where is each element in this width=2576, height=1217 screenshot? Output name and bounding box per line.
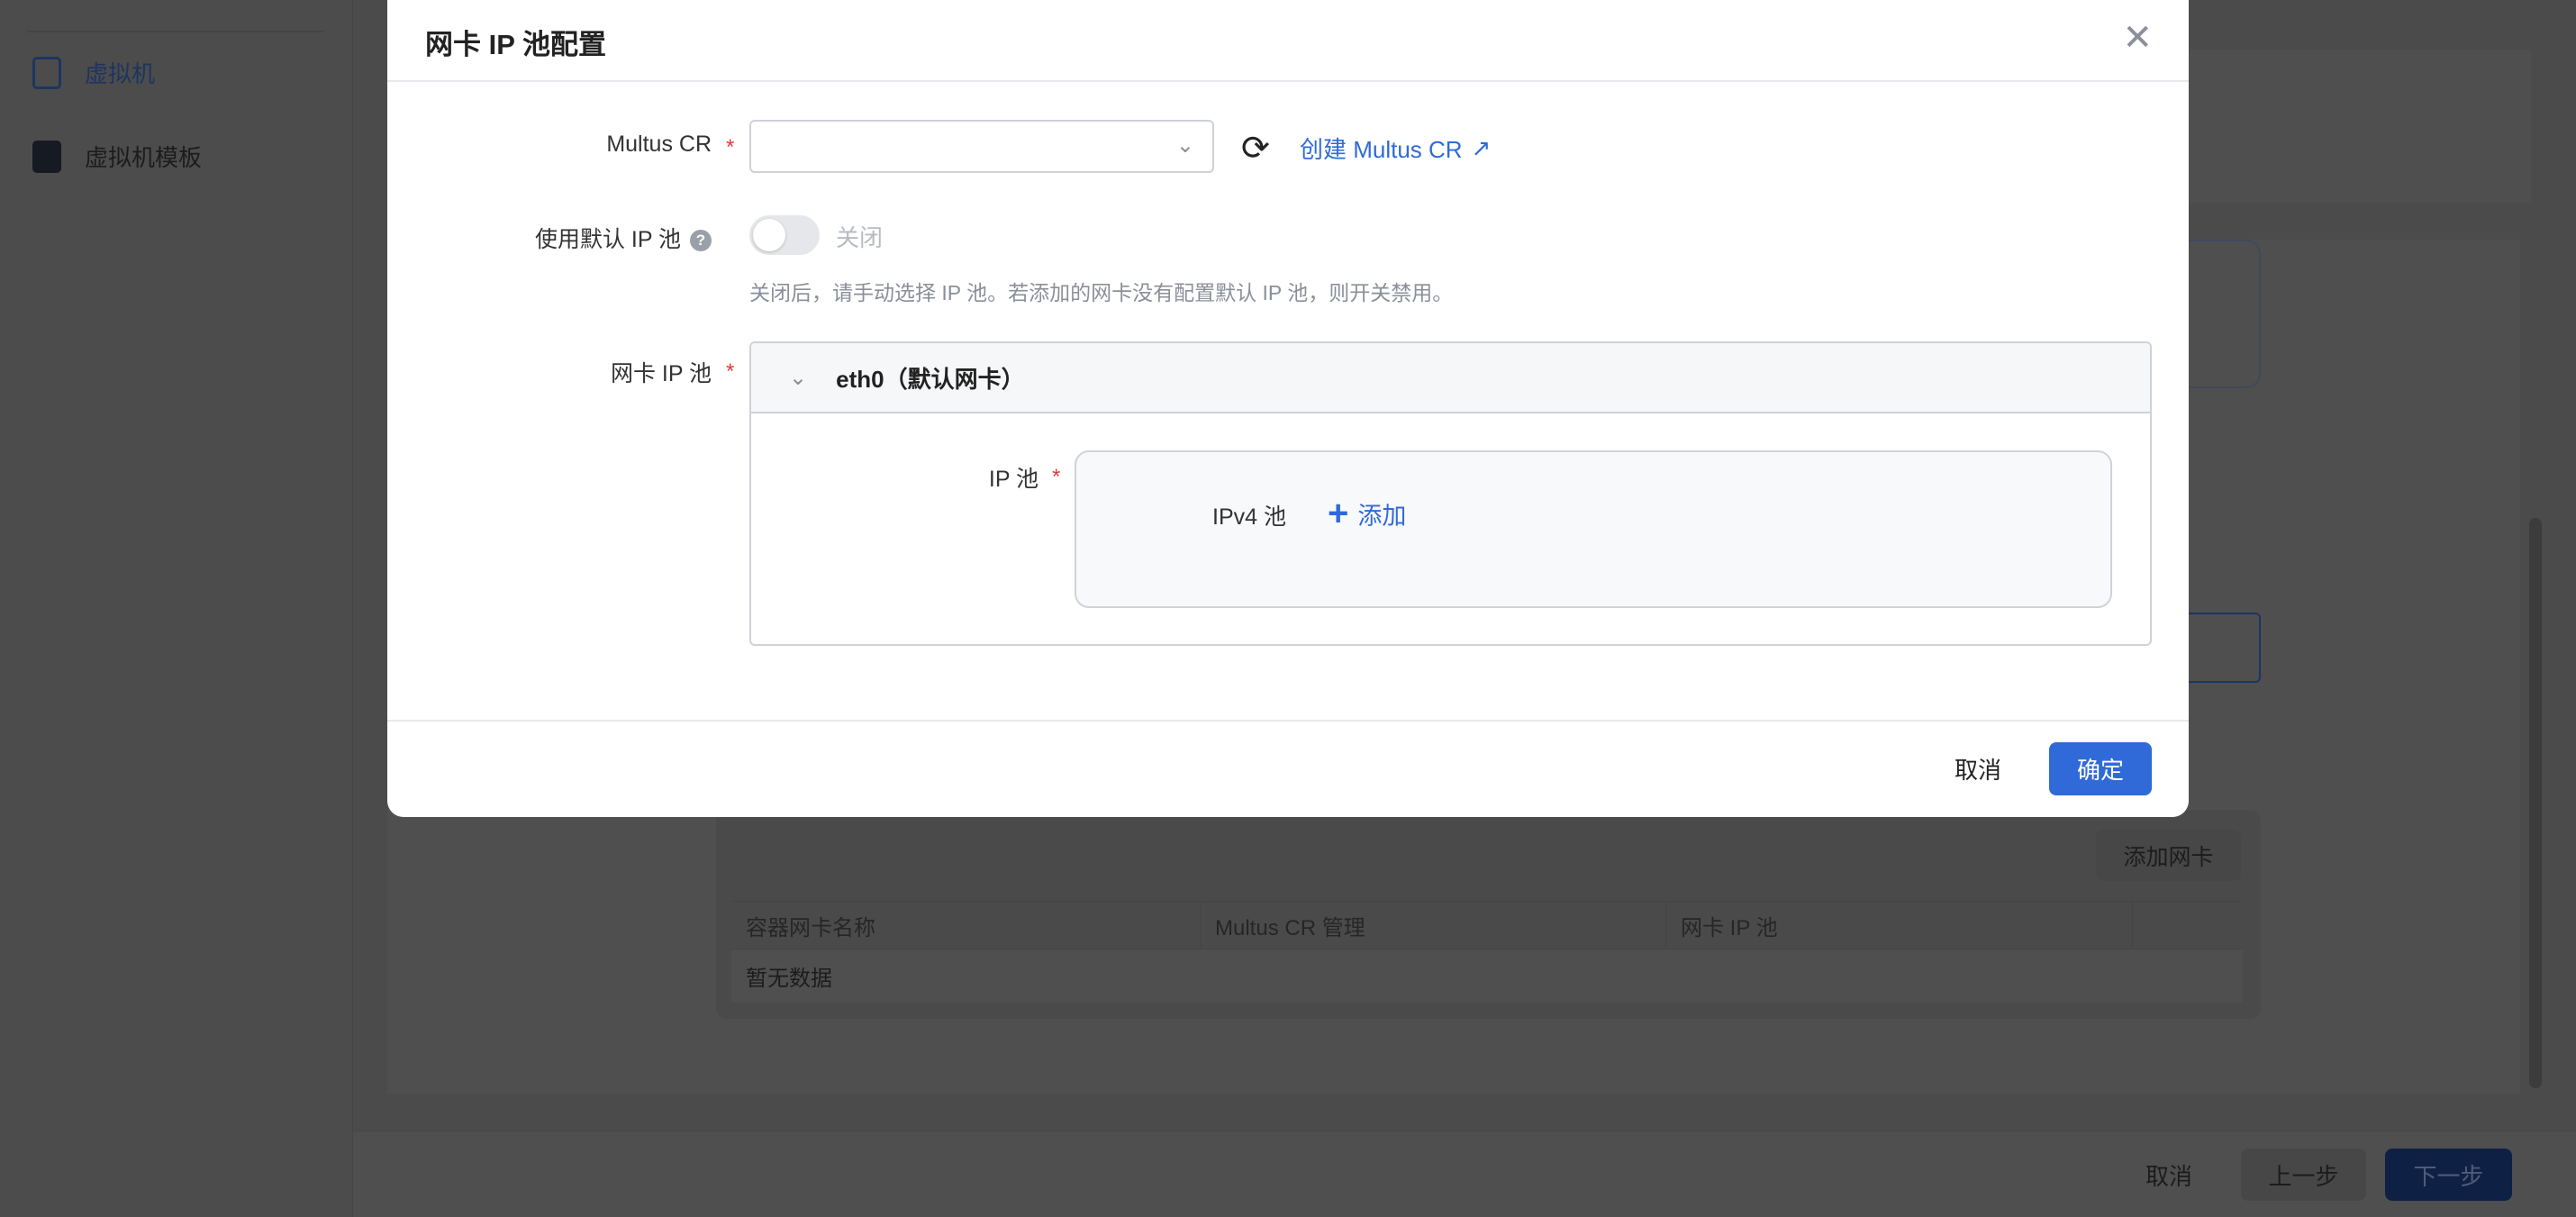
confirm-button[interactable]: 确定 [2049, 742, 2152, 795]
add-ipv4-pool-button[interactable]: + 添加 [1328, 495, 1406, 531]
nic-ip-pool-dialog: 网卡 IP 池配置 ✕ Multus CR * ⌄ ⟳ 创建 Multus CR… [387, 0, 2189, 817]
sidebar: 虚拟机 虚拟机模板 [0, 0, 353, 1217]
chevron-down-icon: ⌄ [789, 365, 808, 390]
scrollbar[interactable] [2529, 518, 2542, 1088]
column-header [2133, 902, 2243, 949]
external-link-icon: ↗ [1471, 134, 1492, 161]
close-icon[interactable]: ✕ [2122, 20, 2153, 56]
cancel-button[interactable]: 取消 [1951, 742, 2005, 795]
plus-icon: + [1328, 494, 1349, 533]
column-header: Multus CR 管理 [1201, 902, 1666, 949]
chevron-down-icon: ⌄ [1175, 133, 1194, 158]
label-text: 使用默认 IP 池 [534, 227, 681, 252]
cancel-button[interactable]: 取消 [2135, 1149, 2203, 1201]
vm-template-icon [32, 140, 61, 173]
dialog-header: 网卡 IP 池配置 ✕ [387, 0, 2189, 82]
default-pool-hint: 关闭后，请手动选择 IP 池。若添加的网卡没有配置默认 IP 池，则开关禁用。 [749, 281, 1454, 304]
default-pool-label: 使用默认 IP 池? [535, 222, 712, 254]
bg-box [2189, 240, 2261, 388]
column-header: 容器网卡名称 [731, 902, 1201, 949]
add-nic-button[interactable]: 添加网卡 [2096, 830, 2241, 881]
add-label: 添加 [1357, 502, 1407, 530]
empty-row: 暂无数据 [731, 949, 2243, 1003]
vm-icon [32, 56, 61, 89]
multus-cr-select[interactable]: ⌄ [749, 120, 1214, 173]
ip-pool-label: IP 池 [988, 467, 1039, 492]
help-icon[interactable]: ? [690, 230, 712, 252]
divider [27, 31, 324, 32]
nic-ip-pool-label: 网卡 IP 池 [610, 361, 712, 386]
divider [387, 720, 2189, 722]
nic-title: eth0（默认网卡） [836, 365, 1025, 393]
required-icon: * [726, 135, 735, 159]
default-pool-toggle[interactable] [749, 215, 820, 255]
nic-panel-header[interactable]: ⌄ eth0（默认网卡） [751, 343, 2150, 413]
prev-step-button[interactable]: 上一步 [2241, 1149, 2366, 1201]
link-text: 创建 Multus CR [1300, 136, 1463, 163]
sidebar-item-label: 虚拟机 [85, 60, 156, 87]
refresh-icon[interactable]: ⟳ [1241, 128, 1270, 168]
dialog-title: 网卡 IP 池配置 [425, 29, 606, 60]
sidebar-item-vm[interactable]: 虚拟机 [32, 56, 155, 89]
multus-cr-label: Multus CR [606, 132, 712, 157]
ipv4-pool-label: IPv4 池 [1212, 504, 1286, 530]
bg-input [2189, 613, 2261, 683]
table-header: 容器网卡名称 Multus CR 管理 网卡 IP 池 [731, 901, 2243, 949]
toggle-knob [753, 219, 785, 251]
sidebar-item-vm-template[interactable]: 虚拟机模板 [32, 140, 202, 173]
required-icon: * [726, 359, 735, 384]
next-step-button[interactable]: 下一步 [2385, 1149, 2512, 1201]
toggle-status: 关闭 [836, 224, 884, 251]
column-header: 网卡 IP 池 [1666, 902, 2133, 949]
required-icon: * [1052, 465, 1061, 489]
create-multus-cr-link[interactable]: 创建 Multus CR ↗ [1300, 132, 1491, 165]
sidebar-item-label: 虚拟机模板 [85, 144, 203, 171]
